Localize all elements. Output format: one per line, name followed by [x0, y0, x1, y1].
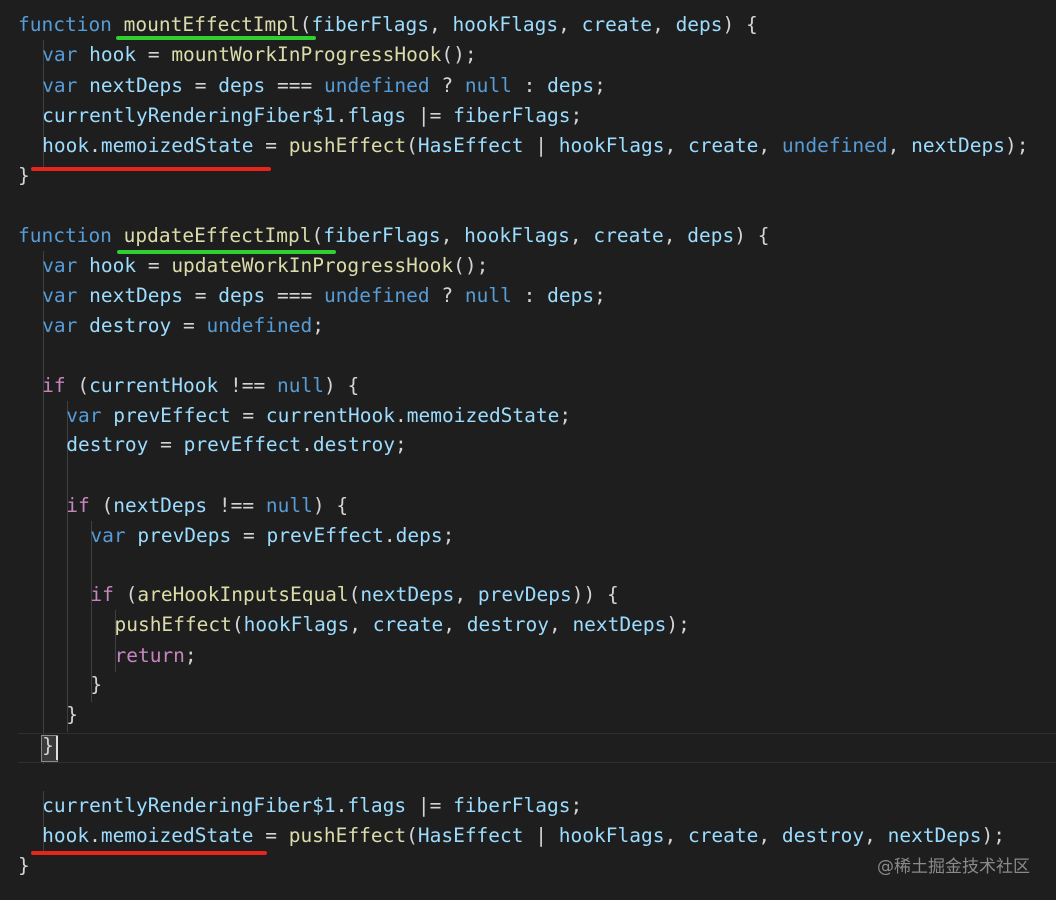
watermark: @稀土掘金技术社区 [877, 857, 1030, 877]
code-line: if (currentHook !== null) { [42, 374, 360, 397]
text-cursor [56, 736, 58, 760]
code-line: var prevDeps = prevEffect.deps; [90, 524, 455, 547]
code-line: hook.memoizedState = pushEffect(HasEffec… [42, 134, 1029, 157]
code-line: } [66, 703, 78, 726]
code-line: } [90, 673, 103, 696]
code-line: if (nextDeps !== null) { [66, 494, 349, 517]
annotation-underline-red [31, 167, 271, 171]
code-line: if (areHookInputsEqual(nextDeps, prevDep… [90, 583, 619, 606]
code-line: var nextDeps = deps === undefined ? null… [42, 284, 606, 307]
code-line: function updateEffectImpl(fiberFlags, ho… [18, 224, 770, 247]
code-line: } [18, 164, 30, 187]
code-editor[interactable]: function mountEffectImpl(fiberFlags, hoo… [0, 0, 1056, 900]
code-line: var hook = updateWorkInProgressHook(); [42, 254, 489, 277]
code-line: hook.memoizedState = pushEffect(HasEffec… [42, 824, 1006, 847]
annotation-underline-green [116, 36, 316, 40]
code-line: destroy = prevEffect.destroy; [66, 433, 407, 456]
code-line: pushEffect(hookFlags, create, destroy, n… [114, 613, 690, 636]
code-line: currentlyRenderingFiber$1.flags |= fiber… [42, 104, 583, 127]
code-line: currentlyRenderingFiber$1.flags |= fiber… [42, 794, 583, 817]
code-line: return; [114, 644, 197, 667]
code-line: var hook = mountWorkInProgressHook(); [42, 43, 477, 66]
code-line: } [18, 854, 30, 877]
code-line: } [42, 734, 54, 757]
current-line-highlight [18, 733, 1056, 763]
code-line: var destroy = undefined; [42, 314, 324, 337]
annotation-underline-green [117, 250, 336, 254]
code-line: var prevEffect = currentHook.memoizedSta… [66, 404, 572, 427]
annotation-underline-red [31, 851, 267, 855]
code-line: var nextDeps = deps === undefined ? null… [42, 74, 606, 97]
